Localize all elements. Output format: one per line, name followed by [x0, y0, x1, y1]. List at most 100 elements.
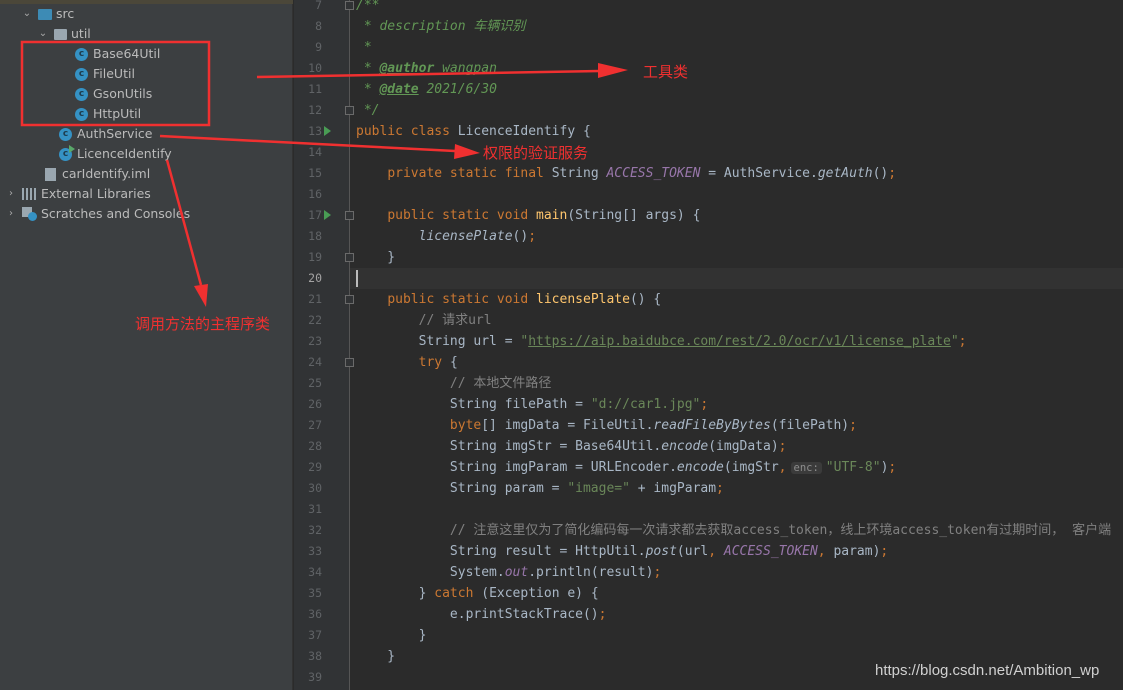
code-token: public static void — [387, 208, 537, 223]
code-line[interactable]: byte[] imgData = FileUtil.readFileByByte… — [350, 415, 1123, 436]
code-token: private static final — [387, 166, 552, 181]
tree-item-external-libraries[interactable]: › External Libraries — [6, 184, 151, 204]
code-line[interactable]: try { — [350, 352, 1123, 373]
tree-item-iml[interactable]: carIdentify.iml — [45, 164, 150, 184]
code-line[interactable]: * description 车辆识别 — [350, 16, 1123, 37]
code-token: , — [708, 544, 724, 559]
code-token: readFileByBytes — [653, 418, 771, 433]
code-token: ; — [716, 481, 724, 496]
tree-item-util[interactable]: ⌄ util — [38, 24, 91, 44]
tree-label: Scratches and Consoles — [41, 206, 191, 221]
code-line[interactable]: e.printStackTrace(); — [350, 604, 1123, 625]
code-line[interactable]: public class LicenceIdentify { — [350, 121, 1123, 142]
code-line[interactable] — [350, 499, 1123, 520]
tree-item-scratches[interactable]: › Scratches and Consoles — [6, 204, 190, 224]
code-line[interactable] — [350, 268, 1123, 289]
code-editor[interactable]: /** * description 车辆识别 * * @author wangp… — [350, 0, 1123, 690]
code-token: = AuthService. — [700, 166, 818, 181]
code-token: , — [817, 544, 834, 559]
run-icon[interactable] — [324, 210, 331, 220]
annotation-auth: 权限的验证服务 — [483, 144, 589, 162]
code-token[interactable]: https://aip.baidubce.com/rest/2.0/ocr/v1… — [528, 334, 951, 349]
code-token: System. — [356, 565, 505, 580]
code-token: () — [872, 166, 889, 181]
tree-item-authservice[interactable]: c AuthService — [59, 124, 153, 144]
code-line[interactable]: public static void main(String[] args) { — [350, 205, 1123, 226]
code-line[interactable]: String imgParam = URLEncoder.encode(imgS… — [350, 457, 1123, 478]
code-line[interactable]: licensePlate(); — [350, 226, 1123, 247]
code-line[interactable]: // 本地文件路径 — [350, 373, 1123, 394]
tree-label: External Libraries — [41, 186, 151, 201]
code-line[interactable]: String result = HttpUtil.post(url, ACCES… — [350, 541, 1123, 562]
line-number: 22 — [308, 313, 322, 327]
code-token: // 本地文件路径 — [449, 376, 552, 391]
tree-item-fileutil[interactable]: c FileUtil — [75, 64, 135, 84]
code-token: public class — [356, 124, 458, 139]
code-token: "UTF-8" — [825, 460, 881, 475]
text-caret — [356, 270, 358, 287]
code-line[interactable]: private static final String ACCESS_TOKEN… — [350, 163, 1123, 184]
code-token: getAuth — [817, 166, 873, 181]
tree-label: carIdentify.iml — [62, 166, 151, 181]
code-token: ; — [958, 334, 967, 349]
code-line[interactable]: } — [350, 247, 1123, 268]
line-number: 26 — [308, 397, 322, 411]
tree-item-gsonutils[interactable]: c GsonUtils — [75, 84, 152, 104]
run-icon[interactable] — [324, 126, 331, 136]
line-number: 19 — [308, 250, 322, 264]
code-token: param) — [833, 544, 881, 559]
code-token: licensePlate — [536, 292, 630, 307]
code-line[interactable]: String filePath = "d://car1.jpg"; — [350, 394, 1123, 415]
code-line[interactable]: } catch (Exception e) { — [350, 583, 1123, 604]
line-number: 12 — [308, 103, 322, 117]
tree-item-src[interactable]: ⌄ src — [22, 4, 74, 24]
code-token: ; — [849, 418, 857, 433]
line-number: 27 — [308, 418, 322, 432]
code-token: * description 车辆识别 — [356, 19, 526, 34]
code-line[interactable]: String param = "image=" + imgParam; — [350, 478, 1123, 499]
code-line[interactable]: // 注意这里仅为了简化编码每一次请求都去获取access_token，线上环境… — [350, 520, 1123, 541]
code-token: wangpan — [434, 61, 497, 76]
code-token: String imgStr = Base64Util. — [356, 439, 662, 454]
chevron-right-icon[interactable]: › — [6, 184, 16, 204]
code-line[interactable]: // 请求url — [350, 310, 1123, 331]
code-token: } — [356, 250, 396, 265]
code-line[interactable]: * — [350, 37, 1123, 58]
code-line[interactable]: * @date 2021/6/30 — [350, 79, 1123, 100]
code-line[interactable]: */ — [350, 100, 1123, 121]
parameter-hint: enc: — [790, 462, 822, 474]
chevron-right-icon[interactable]: › — [6, 204, 16, 224]
line-number: 11 — [308, 82, 322, 96]
tree-label: AuthService — [77, 126, 153, 141]
code-line[interactable] — [350, 142, 1123, 163]
annotation-tools: 工具类 — [643, 63, 689, 81]
line-number: 18 — [308, 229, 322, 243]
code-line[interactable]: String imgStr = Base64Util.encode(imgDat… — [350, 436, 1123, 457]
code-token: ; — [888, 460, 897, 475]
code-line[interactable]: /** — [350, 0, 1123, 16]
code-line[interactable]: } — [350, 625, 1123, 646]
tree-label: util — [71, 26, 91, 41]
tree-item-licenceidentify[interactable]: c LicenceIdentify — [59, 144, 172, 164]
chevron-down-icon[interactable]: ⌄ — [38, 24, 48, 44]
code-line[interactable]: public static void licensePlate() { — [350, 289, 1123, 310]
code-line[interactable]: String url = "https://aip.baidubce.com/r… — [350, 331, 1123, 352]
code-line[interactable]: * @author wangpan — [350, 58, 1123, 79]
code-token: "d://car1.jpg" — [590, 397, 701, 412]
code-line[interactable]: System.out.println(result); — [350, 562, 1123, 583]
code-token: 2021/6/30 — [418, 82, 497, 97]
tree-item-base64util[interactable]: c Base64Util — [75, 44, 160, 64]
code-token: public static void — [387, 292, 537, 307]
code-line[interactable] — [350, 184, 1123, 205]
code-token: String filePath = — [356, 397, 591, 412]
code-token: */ — [356, 103, 380, 118]
watermark: https://blog.csdn.net/Ambition_wp — [875, 662, 1100, 679]
chevron-down-icon[interactable]: ⌄ — [22, 4, 32, 24]
code-token: (imgData) — [708, 439, 779, 454]
tree-item-httputil[interactable]: c HttpUtil — [75, 104, 141, 124]
folder-icon — [38, 8, 52, 20]
line-number: 24 — [308, 355, 322, 369]
